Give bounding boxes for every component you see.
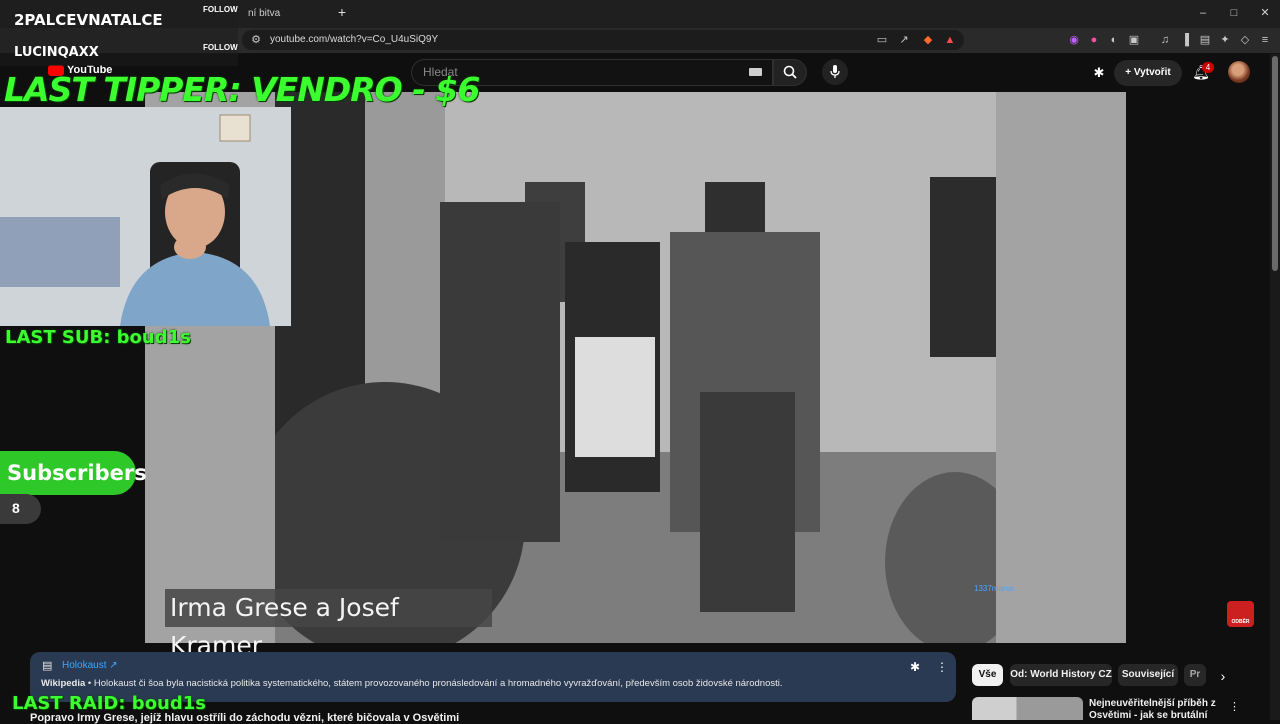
voice-search-button[interactable] [822, 59, 848, 85]
url-text[interactable]: youtube.com/watch?v=Co_U4uSiQ9Y [270, 33, 438, 47]
overlay-last-tipper: LAST TIPPER: VENDRO - $6 [4, 70, 480, 109]
info-panel-source: Wikipedia [41, 678, 86, 689]
document-icon: ▤ [42, 660, 53, 672]
info-panel-feedback-icon[interactable]: ✱ [907, 659, 923, 675]
overlay-subscribers-badge: Subscribers [0, 451, 147, 495]
chevron-right-icon[interactable]: › [1214, 667, 1232, 685]
chip-related[interactable]: Související [1118, 664, 1178, 686]
video-still-image [275, 92, 996, 643]
extension-icon-3[interactable]: ◐ [1107, 33, 1121, 47]
microphone-icon [830, 65, 840, 78]
close-window-button[interactable]: ✕ [1258, 6, 1272, 20]
webcam-image [0, 107, 291, 326]
extension-icon-1[interactable]: ◉ [1067, 33, 1081, 47]
keyboard-icon[interactable] [749, 68, 762, 76]
share-icon[interactable]: ↗ [897, 33, 911, 47]
recommendation-thumbnail[interactable] [972, 697, 1083, 720]
recommendation-title[interactable]: Nejneuvěřitelnější příběh z Osvětimi - j… [1089, 698, 1219, 722]
overlay-follow-tag-2: FOLLOW [203, 43, 238, 52]
create-plus-icon: + [1125, 67, 1134, 78]
cast-icon[interactable]: ▭ [875, 33, 889, 47]
overlay-follower-name-1: 2PALCEVNATALCE [14, 11, 163, 29]
minimize-button[interactable]: – [1196, 6, 1210, 20]
brave-shield-icon[interactable]: ◆ [921, 33, 935, 47]
leo-ai-icon[interactable]: ✦ [1218, 33, 1232, 47]
notification-count-badge: 4 [1202, 62, 1214, 73]
info-panel-title-link[interactable]: Holokaust ↗ [62, 660, 118, 672]
info-panel-text: • Holokaust či šoa byla nacistická polit… [85, 678, 783, 689]
wallet-icon[interactable]: ▤ [1198, 33, 1212, 47]
chip-from-channel[interactable]: Od: World History CZ [1010, 664, 1112, 686]
webcam-feed [0, 107, 291, 326]
overlay-last-raid: LAST RAID: boud1s [12, 693, 206, 714]
music-icon[interactable]: ♫ [1158, 33, 1172, 47]
browser-tab-active[interactable]: ní bitva [230, 2, 330, 26]
page-scrollbar-thumb[interactable] [1272, 56, 1278, 271]
search-button[interactable] [773, 59, 807, 86]
extension-icon-2[interactable]: ● [1087, 33, 1101, 47]
new-tab-button[interactable]: + [334, 4, 350, 20]
brave-rewards-icon[interactable]: ▲ [943, 33, 957, 47]
info-panel-more-icon[interactable]: ⋮ [935, 659, 949, 675]
premium-icon[interactable]: ✱ [1090, 64, 1108, 82]
overlay-subscribers-count: 8 [0, 494, 41, 524]
vpn-icon[interactable]: ◇ [1238, 33, 1252, 47]
overlay-follow-tag-1: FOLLOW [203, 5, 238, 14]
overlay-last-sub: LAST SUB: boud1s [5, 327, 191, 348]
video-caption: Irma Grese a Josef Kramer [165, 589, 492, 660]
recommendation-more-icon[interactable]: ⋮ [1229, 700, 1240, 714]
search-icon [783, 65, 797, 79]
maximize-button[interactable]: □ [1227, 6, 1241, 20]
chip-all[interactable]: Vše [972, 664, 1003, 686]
video-watermark: 1337maros [974, 584, 1015, 593]
create-label: Vytvořit [1133, 67, 1171, 78]
extension-icon-4[interactable]: ▣ [1127, 33, 1141, 47]
chip-partial[interactable]: Pr [1184, 664, 1206, 686]
avatar[interactable] [1228, 61, 1250, 83]
info-panel-body: Wikipedia • Holokaust či šoa byla nacist… [41, 678, 941, 690]
overlay-follower-name-2: LUCINQAXX [14, 45, 99, 60]
video-frame[interactable] [275, 92, 996, 643]
menu-icon[interactable]: ≡ [1258, 33, 1272, 47]
create-button[interactable]: + Vytvořit [1114, 60, 1182, 86]
sidebar-icon[interactable]: ▐ [1178, 33, 1192, 47]
channel-subscribe-watermark-label: ODBĚR [1231, 619, 1250, 625]
site-settings-icon[interactable]: ⚙ [249, 33, 263, 47]
